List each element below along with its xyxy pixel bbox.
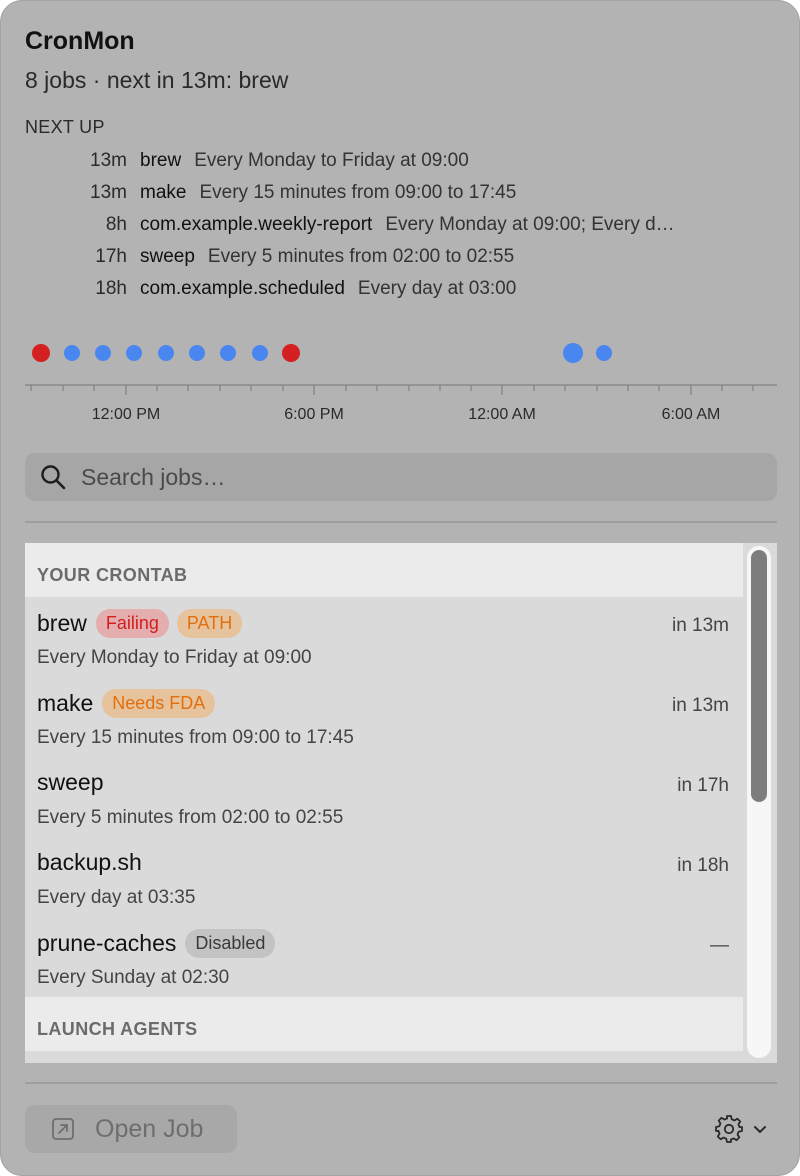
job-row[interactable]: make Needs FDA in 13m Every 15 minutes f…: [25, 677, 743, 757]
next-up-eta: 8h: [105, 214, 127, 235]
group-header-crontab: YOUR CRONTAB: [25, 543, 743, 597]
status-badge-disabled: Disabled: [185, 929, 276, 958]
search-input[interactable]: [81, 457, 777, 497]
next-up-list: 13m brew Every Monday to Friday at 09:00…: [25, 145, 765, 305]
job-schedule: Every Monday to Friday at 09:00: [37, 647, 312, 668]
timeline-dot-failing[interactable]: [32, 344, 50, 362]
next-up-schedule: Every 5 minutes from 02:00 to 02:55: [207, 246, 515, 267]
settings-menu-button[interactable]: [713, 1113, 769, 1145]
next-up-schedule: Every Monday to Friday at 09:00: [194, 150, 469, 171]
timeline-minor-ticks: [30, 385, 754, 391]
chevron-down-icon: [754, 1126, 766, 1133]
next-up-name: brew: [140, 150, 182, 171]
job-name: sweep: [37, 769, 104, 795]
timeline-tick-label: 6:00 AM: [662, 406, 721, 423]
timeline-dot[interactable]: [596, 345, 612, 361]
next-up-label: NEXT UP: [25, 117, 105, 137]
job-row[interactable]: prune-caches Disabled — Every Sunday at …: [25, 917, 743, 997]
status-badge-failing: Failing: [95, 609, 169, 638]
job-row[interactable]: sweep in 17h Every 5 minutes from 02:00 …: [25, 757, 743, 837]
job-name: prune-caches: [37, 930, 177, 956]
divider: [25, 521, 777, 523]
job-eta: in 18h: [677, 855, 729, 876]
scrollbar-thumb[interactable]: [751, 550, 767, 802]
next-up-name: make: [140, 182, 187, 203]
open-job-button[interactable]: Open Job: [25, 1105, 237, 1153]
timeline-dot[interactable]: [126, 345, 142, 361]
timeline-tick-label: 6:00 PM: [284, 406, 344, 423]
job-eta: in 13m: [671, 695, 729, 716]
next-up-item[interactable]: 17h sweep Every 5 minutes from 02:00 to …: [25, 241, 765, 273]
open-job-label: Open Job: [95, 1114, 204, 1143]
job-schedule: Every 5 minutes from 02:00 to 02:55: [37, 807, 344, 828]
timeline-dot[interactable]: [158, 345, 174, 361]
group-header-launch-agents: LAUNCH AGENTS: [25, 997, 743, 1051]
timeline-tick-label: 12:00 AM: [468, 406, 536, 423]
gear-icon: [715, 1115, 743, 1143]
schedule-timeline: 12:00 PM 6:00 PM 12:00 AM 6:00 AM: [25, 336, 777, 426]
app-title: CronMon: [25, 27, 135, 55]
job-row[interactable]: brew Failing PATH in 13m Every Monday to…: [25, 597, 743, 677]
app-subtitle: 8 jobs · next in 13m: brew: [25, 67, 289, 93]
timeline-svg: 12:00 PM 6:00 PM 12:00 AM 6:00 AM: [25, 343, 777, 423]
timeline-dot-failing[interactable]: [282, 344, 300, 362]
next-up-eta: 18h: [95, 278, 127, 299]
search-icon: [41, 465, 66, 490]
job-eta: in 13m: [671, 615, 729, 636]
next-up-schedule: Every 15 minutes from 09:00 to 17:45: [199, 182, 517, 203]
job-schedule: Every 15 minutes from 09:00 to 17:45: [37, 727, 354, 748]
next-up-schedule: Every Monday at 09:00; Every d…: [385, 214, 675, 235]
open-external-icon: [52, 1118, 74, 1140]
timeline-tick-label: 12:00 PM: [92, 406, 160, 423]
next-up-item[interactable]: 18h com.example.scheduled Every day at 0…: [25, 273, 765, 305]
job-schedule: Every day at 03:35: [37, 887, 196, 908]
timeline-dot-large[interactable]: [563, 343, 583, 363]
timeline-dot[interactable]: [252, 345, 268, 361]
status-badge-needs-fda: Needs FDA: [102, 689, 216, 718]
cronmon-window: CronMon 8 jobs · next in 13m: brew NEXT …: [0, 0, 800, 1176]
job-name: make: [37, 690, 94, 716]
timeline-dot[interactable]: [220, 345, 236, 361]
scrollbar[interactable]: [747, 546, 771, 1058]
job-schedule: Every Sunday at 02:30: [37, 967, 230, 988]
timeline-dot[interactable]: [64, 345, 80, 361]
next-up-item[interactable]: 13m brew Every Monday to Friday at 09:00: [25, 145, 765, 177]
job-eta: —: [710, 935, 729, 956]
next-up-schedule: Every day at 03:00: [357, 278, 517, 299]
job-name: brew: [37, 610, 87, 636]
next-up-item[interactable]: 8h com.example.weekly-report Every Monda…: [25, 209, 765, 241]
status-badge-path: PATH: [176, 609, 243, 638]
divider: [25, 1082, 777, 1084]
next-up-name: com.example.scheduled: [140, 278, 345, 299]
next-up-name: sweep: [140, 246, 195, 267]
job-row[interactable]: backup.sh in 18h Every day at 03:35: [25, 837, 743, 917]
timeline-dot[interactable]: [189, 345, 205, 361]
next-up-eta: 13m: [90, 150, 127, 171]
timeline-dot[interactable]: [95, 345, 111, 361]
search-field[interactable]: [25, 453, 777, 501]
job-name: backup.sh: [37, 849, 142, 875]
next-up-eta: 17h: [95, 246, 127, 267]
next-up-item[interactable]: 13m make Every 15 minutes from 09:00 to …: [25, 177, 765, 209]
job-eta: in 17h: [677, 775, 729, 796]
job-list[interactable]: YOUR CRONTAB brew Failing PATH in 13m Ev…: [25, 543, 777, 1063]
next-up-name: com.example.weekly-report: [140, 214, 373, 235]
next-up-eta: 13m: [90, 182, 127, 203]
